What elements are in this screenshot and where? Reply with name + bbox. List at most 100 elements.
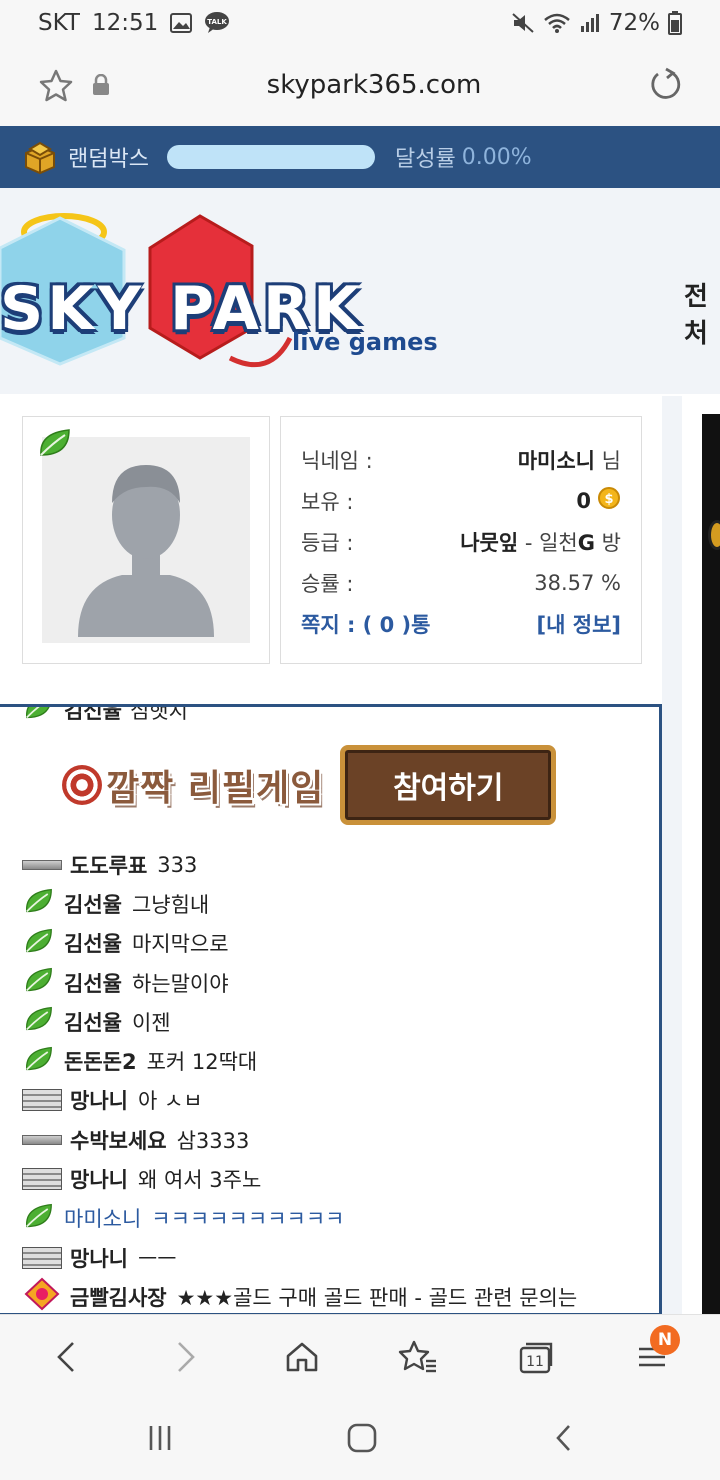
chat-nick[interactable]: 마미소니 [64, 1203, 141, 1233]
coin-icon: $ [597, 486, 621, 515]
chat-nick[interactable]: 돈돈돈2 [64, 1046, 137, 1076]
bar-rank-icon [22, 859, 62, 870]
right-side-ornament [708, 520, 720, 550]
refill-game-title: 깜짝 리필게임 [106, 768, 325, 809]
bar-rank-icon [22, 1168, 62, 1191]
leaf-rank-icon [22, 1202, 56, 1235]
right-panel-gap [662, 396, 682, 1316]
bookmarks-icon[interactable] [396, 1335, 440, 1379]
chat-line: 망나니 아 ㅅㅂ [22, 1081, 652, 1120]
nickname-value: 마미소니 [517, 448, 595, 473]
chat-line: 김선율 마지막으로 [22, 924, 652, 963]
chat-message: 333 [157, 852, 198, 877]
back-icon[interactable] [44, 1335, 88, 1379]
message-link[interactable]: 쪽지 : ( 0 )통 [301, 609, 430, 639]
winrate-value: 38.57 % [534, 570, 621, 595]
balance-label: 보유 : [301, 489, 354, 514]
refill-game-banner[interactable]: 깜짝 리필게임 참여하기 [62, 743, 562, 827]
chat-line: 수박보세요 삼3333 [22, 1120, 652, 1159]
chat-line: 돈돈돈2 포커 12딱대 [22, 1041, 652, 1080]
nickname-suffix: 님 [595, 448, 621, 473]
chat-nick[interactable]: 김선율 [64, 707, 122, 725]
profile-panel: 닉네임 : 마미소니 님 보유 : 0 $ 등급 : 나뭇잎 - 일천G 방 승… [0, 396, 662, 684]
my-info-link[interactable]: [내 정보] [537, 609, 621, 639]
status-bar: SKT 12:51 TALK 72% [0, 0, 720, 46]
signal-icon [579, 12, 601, 34]
browser-bottom-nav: 11 N [0, 1314, 720, 1396]
grade-label: 등급 : [301, 530, 354, 555]
chat-line-partial: 김선율 심햇지 [22, 707, 188, 726]
treasure-box-icon[interactable] [22, 139, 58, 175]
join-button[interactable]: 참여하기 [340, 745, 557, 825]
grade-extra: G [577, 530, 595, 555]
chat-nick[interactable]: 김선율 [64, 928, 122, 958]
chat-message: ㅋㅋㅋㅋㅋㅋㅋㅋㅋㅋ [151, 1207, 345, 1232]
vip-rank-icon [22, 1277, 62, 1313]
dart-target-icon [62, 765, 102, 805]
home-button-icon[interactable] [340, 1418, 384, 1458]
bar-rank-icon [22, 1246, 62, 1269]
grade-row: 등급 : 나뭇잎 - 일천G 방 [301, 521, 621, 562]
browser-toolbar: skypark365.com [0, 46, 720, 126]
avatar-frame [22, 416, 270, 664]
chat-message: 포커 12딱대 [146, 1050, 258, 1075]
chat-line: 망나니 ㅡㅡ [22, 1238, 652, 1277]
achievement-progress-bar [166, 145, 375, 169]
logo-subtitle: live games [292, 328, 438, 356]
header-menu-cut-text[interactable]: 전처 [684, 276, 720, 350]
chat-message: 아 ㅅㅂ [137, 1089, 203, 1114]
battery-icon [668, 11, 682, 35]
nickname-label: 닉네임 : [301, 448, 373, 473]
chat-nick[interactable]: 김선율 [64, 968, 122, 998]
grade-value: 나뭇잎 [460, 530, 519, 555]
chat-nick[interactable]: 망나니 [70, 1085, 128, 1115]
talk-badge-text: TALK [207, 18, 227, 26]
tabs-count: 11 [526, 1354, 544, 1370]
home-icon[interactable] [280, 1335, 324, 1379]
mute-icon [511, 12, 535, 34]
leaf-rank-icon [22, 927, 56, 960]
balance-row: 보유 : 0 $ [301, 480, 621, 521]
kakaotalk-icon: TALK [204, 11, 230, 35]
bar-rank-icon [22, 1089, 62, 1112]
wifi-icon [543, 12, 571, 34]
system-nav-bar [0, 1396, 720, 1480]
chat-nick[interactable]: 김선율 [64, 889, 122, 919]
chat-panel[interactable]: 김선율 심햇지 깜짝 리필게임 참여하기 도도루표 333 김선율 그냥힘내 김선율 마지… [0, 704, 662, 1316]
chat-line: 망나니 왜 여서 3주노 [22, 1159, 652, 1198]
chat-message: 그냥힘내 [131, 892, 210, 917]
carrier-label: SKT [38, 10, 80, 36]
chat-nick[interactable]: 김선율 [64, 1007, 122, 1037]
forward-icon[interactable] [164, 1335, 208, 1379]
chat-message: 하는말이야 [131, 971, 229, 996]
grade-suffix: - 일천 [518, 530, 578, 555]
chat-message: 삼3333 [176, 1128, 250, 1153]
avatar[interactable] [42, 437, 250, 643]
svg-text:$: $ [604, 492, 613, 507]
tabs-icon[interactable]: 11 [514, 1335, 558, 1379]
recent-apps-icon[interactable] [138, 1418, 182, 1458]
leaf-rank-icon [22, 966, 56, 999]
url-field[interactable]: skypark365.com [0, 70, 720, 100]
chat-nick[interactable]: 망나니 [70, 1164, 128, 1194]
bar-rank-icon [22, 1134, 62, 1145]
achievement-label: 달성률 [394, 147, 456, 172]
random-box-label[interactable]: 랜덤박스 [68, 141, 149, 173]
leaf-rank-icon [22, 1005, 56, 1038]
leaf-rank-icon [22, 707, 56, 726]
winrate-label: 승률 : [301, 571, 354, 596]
user-info-box: 닉네임 : 마미소니 님 보유 : 0 $ 등급 : 나뭇잎 - 일천G 방 승… [280, 416, 642, 664]
chat-nick[interactable]: 도도루표 [70, 850, 147, 880]
system-back-icon[interactable] [542, 1418, 586, 1458]
leaf-rank-icon [22, 1045, 56, 1078]
balance-value: 0 [576, 488, 591, 513]
chat-nick[interactable]: 금빨김사장 [70, 1282, 167, 1312]
leaf-rank-icon [22, 887, 56, 920]
chat-message: ★★★골드 구매 골드 판매 - 골드 관련 문의는 [176, 1285, 578, 1310]
nickname-row: 닉네임 : 마미소니 님 [301, 439, 621, 480]
chat-nick[interactable]: 망나니 [70, 1243, 128, 1273]
reload-icon[interactable] [646, 66, 684, 108]
chat-line: 마미소니 ㅋㅋㅋㅋㅋㅋㅋㅋㅋㅋ [22, 1199, 652, 1238]
chat-nick[interactable]: 수박보세요 [70, 1125, 167, 1155]
winrate-row: 승률 : 38.57 % [301, 562, 621, 603]
